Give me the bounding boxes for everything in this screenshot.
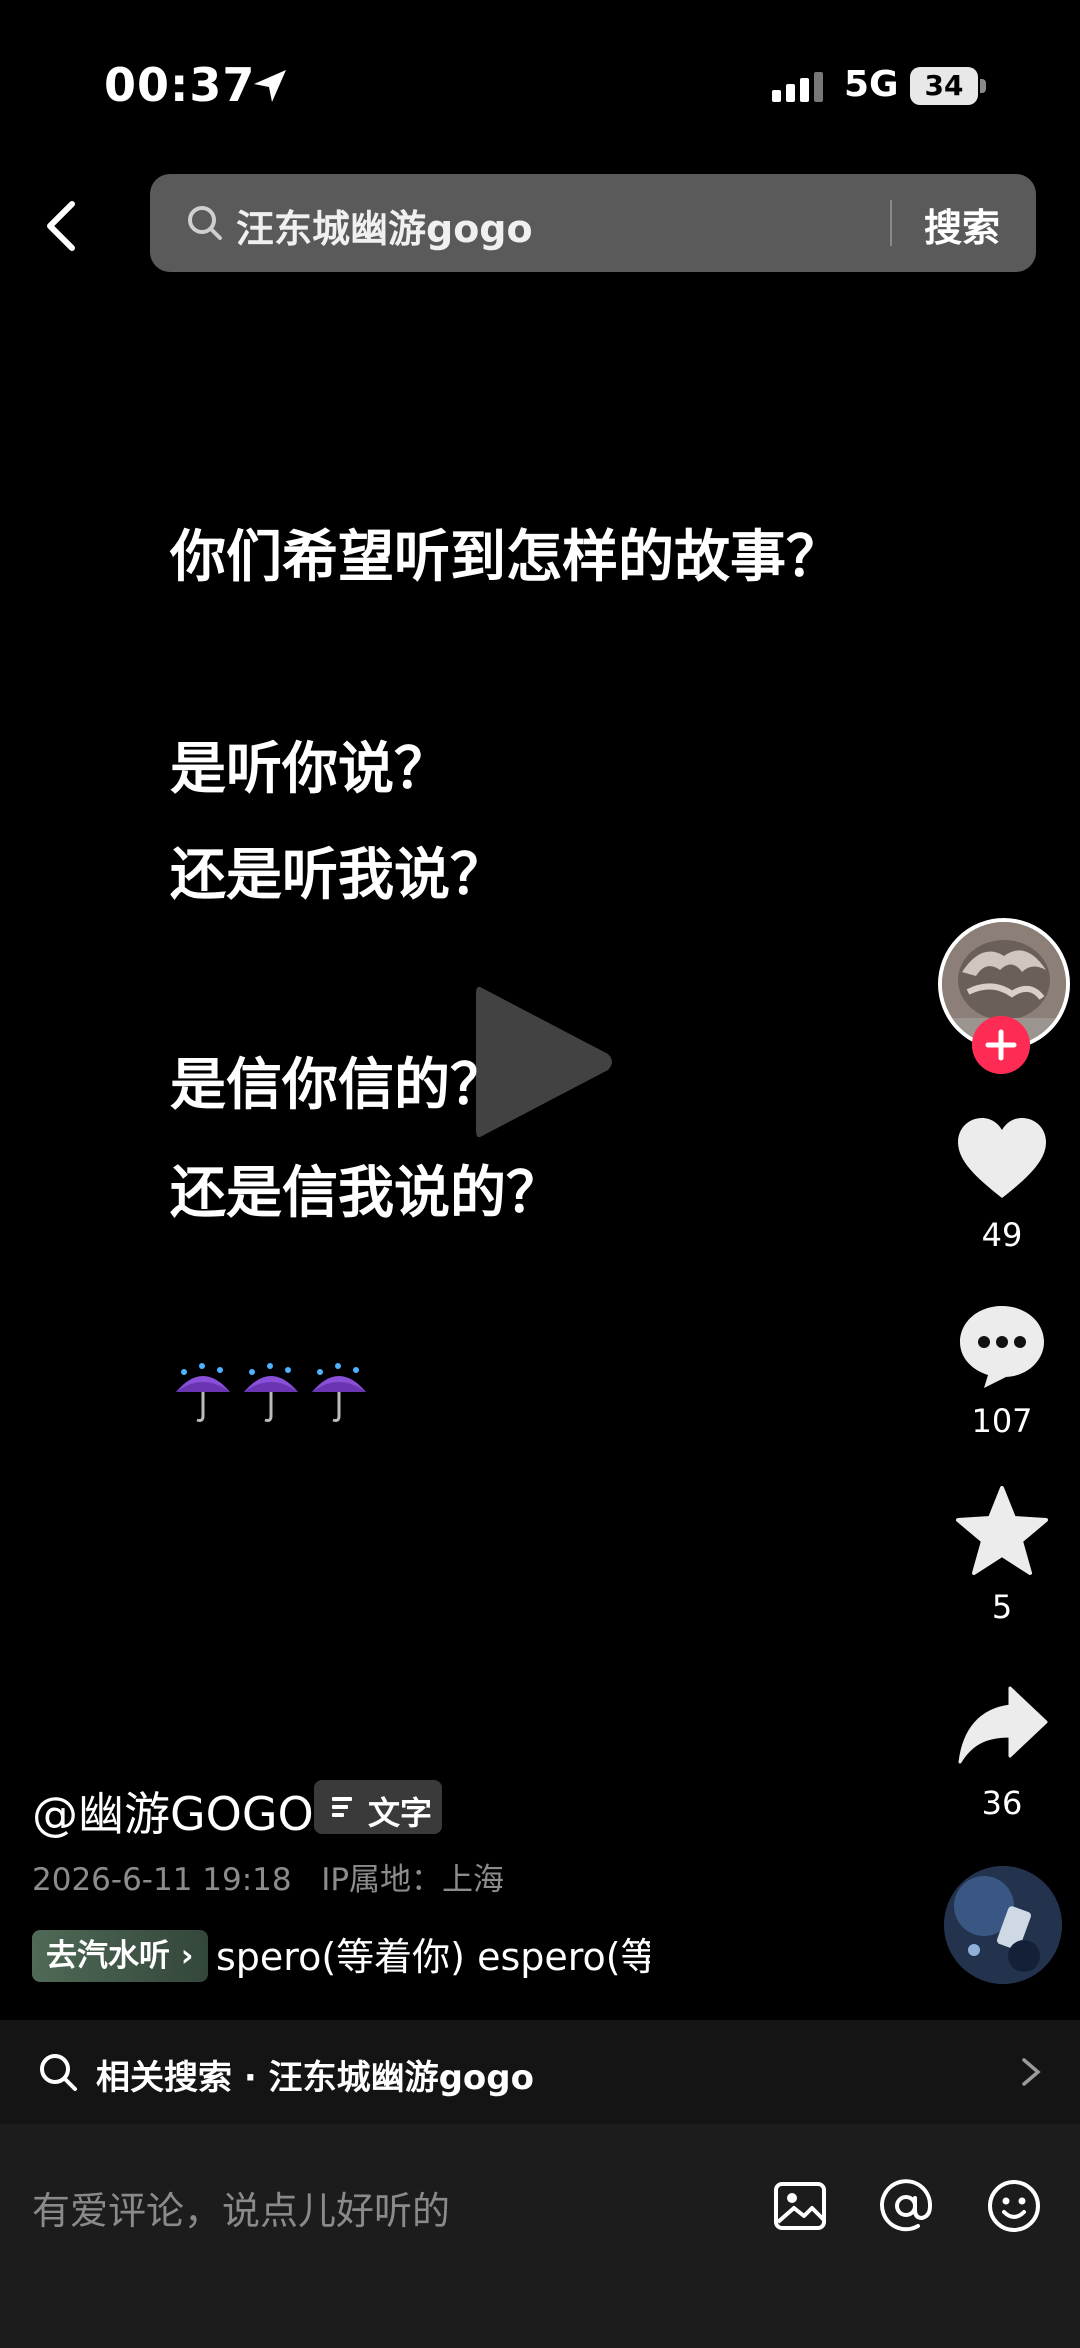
related-search-bar[interactable]: 相关搜索 · 汪东城幽游gogo — [0, 2020, 1080, 2124]
search-bar[interactable]: 汪东城幽游gogo 搜索 — [150, 174, 1036, 272]
search-divider — [890, 200, 892, 246]
music-title-marquee[interactable]: spero(等着你) espero(等 — [216, 1930, 650, 1986]
related-search-text: 相关搜索 · 汪东城幽游gogo — [96, 2058, 534, 2098]
location-arrow-icon — [254, 70, 286, 102]
share-icon[interactable] — [954, 1682, 1050, 1772]
music-disc[interactable] — [944, 1866, 1062, 1984]
open-music-label: 去汽水听 › — [46, 1938, 194, 1974]
search-button[interactable]: 搜索 — [924, 197, 1000, 252]
back-arrow-icon[interactable] — [36, 196, 88, 256]
comment-input[interactable]: 有爱评论，说点儿好听的 — [32, 2180, 450, 2235]
post-text-line: 还是听我说？ — [170, 843, 506, 908]
heart-icon[interactable] — [954, 1114, 1050, 1204]
search-icon — [188, 206, 222, 240]
favorite-count: 5 — [991, 1588, 1013, 1626]
ip-location: IP属地：上海 — [321, 1862, 505, 1898]
play-icon[interactable] — [468, 978, 618, 1146]
music-disc-icon — [944, 1866, 1062, 1984]
share-count: 36 — [981, 1784, 1023, 1822]
like-count: 49 — [981, 1216, 1023, 1254]
chevron-right-icon — [1022, 2058, 1041, 2086]
battery-cap — [980, 79, 986, 93]
post-text-line: 是信你信的？ — [170, 1053, 506, 1118]
status-time: 00:37 — [104, 58, 256, 112]
comment-bar: 有爱评论，说点儿好听的 — [0, 2124, 1080, 2348]
post-text-line: 还是信我说的？ — [170, 1161, 562, 1226]
search-icon — [40, 2054, 77, 2091]
follow-plus-icon[interactable] — [972, 1016, 1030, 1074]
image-icon[interactable] — [772, 2178, 828, 2234]
network-label: 5G — [844, 64, 899, 105]
search-query[interactable]: 汪东城幽游gogo — [236, 198, 533, 253]
post-text-line: 你们希望听到怎样的故事？ — [170, 525, 842, 590]
text-lines-icon — [332, 1797, 352, 1817]
comment-icon[interactable] — [954, 1300, 1050, 1390]
content-type-tag: 文字 — [314, 1780, 442, 1834]
emoji-row — [172, 1362, 376, 1426]
star-icon[interactable] — [954, 1486, 1050, 1576]
content-type-label: 文字 — [368, 1794, 433, 1832]
signal-icon — [772, 72, 823, 102]
battery-icon: 34 — [910, 67, 978, 105]
umbrella-rain-icon — [176, 1363, 230, 1422]
post-meta: 2026-6-11 19:18 IP属地：上海 — [32, 1854, 504, 1899]
author-handle[interactable]: @幽游GOGO — [32, 1778, 314, 1844]
umbrella-rain-icon — [312, 1363, 366, 1422]
umbrella-rain-icon — [244, 1363, 298, 1422]
comment-count: 107 — [971, 1402, 1033, 1440]
post-text-line: 是听你说？ — [170, 737, 450, 802]
post-date: 2026-6-11 19:18 — [32, 1862, 292, 1898]
mention-icon[interactable] — [878, 2178, 934, 2234]
open-music-app-button[interactable]: 去汽水听 › — [32, 1930, 208, 1982]
emoji-icon[interactable] — [986, 2178, 1042, 2234]
